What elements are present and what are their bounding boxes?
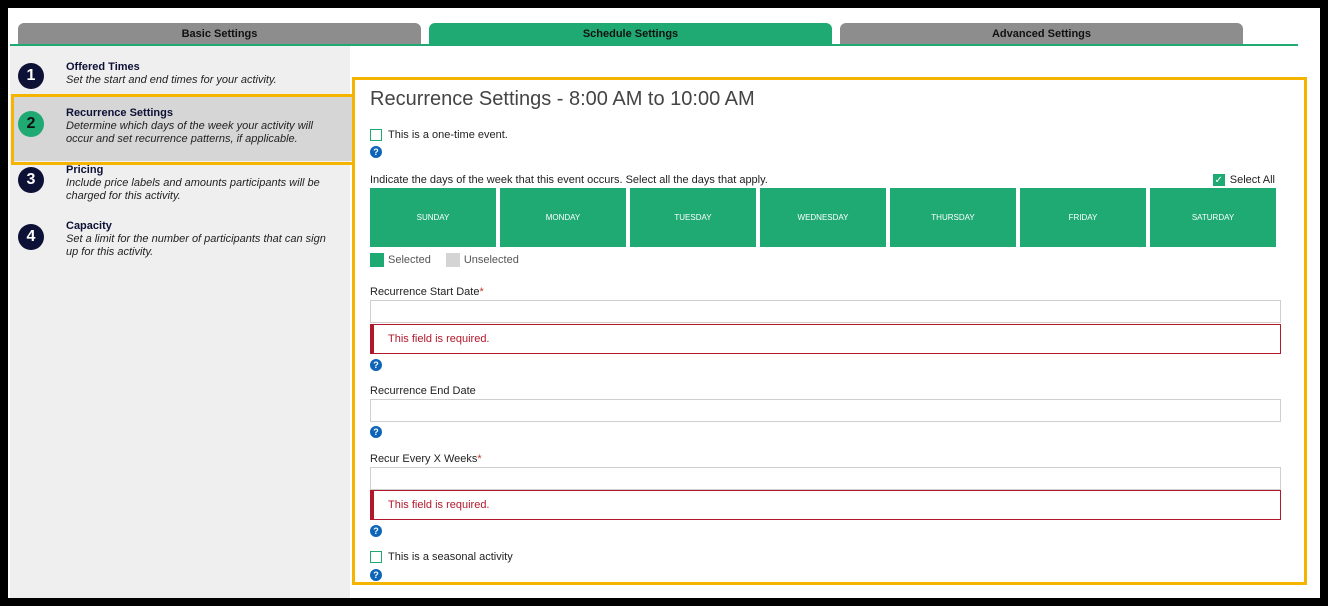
day-tuesday-button[interactable]: TUESDAY: [630, 188, 756, 247]
seasonal-activity-label: This is a seasonal activity: [388, 551, 513, 563]
step-title: Pricing: [66, 164, 104, 176]
seasonal-activity-checkbox[interactable]: [370, 551, 382, 563]
step-number-badge: 4: [18, 224, 44, 250]
select-all-label: Select All: [1229, 174, 1275, 186]
seasonal-activity-row: This is a seasonal activity: [370, 551, 513, 563]
step-title: Capacity: [66, 220, 112, 232]
end-date-input[interactable]: [370, 399, 1281, 422]
selected-swatch: [370, 253, 384, 267]
help-icon[interactable]: ?: [370, 426, 382, 438]
required-mark: *: [477, 453, 482, 465]
start-date-error: This field is required.: [370, 324, 1281, 354]
day-legend: Selected Unselected: [370, 253, 519, 267]
help-icon[interactable]: ?: [370, 525, 382, 537]
required-mark: *: [479, 286, 484, 298]
day-sunday-button[interactable]: SUNDAY: [370, 188, 496, 247]
select-all-control[interactable]: ✓ Select All: [1212, 174, 1275, 186]
page-title: Recurrence Settings - 8:00 AM to 10:00 A…: [370, 88, 755, 110]
day-monday-button[interactable]: MONDAY: [500, 188, 626, 247]
recur-weeks-input[interactable]: [370, 467, 1281, 490]
recur-weeks-label: Recur Every X Weeks*: [370, 453, 482, 465]
day-saturday-button[interactable]: SATURDAY: [1150, 188, 1276, 247]
recurrence-settings-panel: Recurrence Settings - 8:00 AM to 10:00 A…: [352, 77, 1307, 585]
one-time-event-checkbox[interactable]: [370, 129, 382, 141]
day-friday-button[interactable]: FRIDAY: [1020, 188, 1146, 247]
step-description: Set the start and end times for your act…: [66, 74, 277, 86]
day-thursday-button[interactable]: THURSDAY: [890, 188, 1016, 247]
legend-unselected-label: Unselected: [463, 254, 519, 266]
help-icon[interactable]: ?: [370, 359, 382, 371]
one-time-event-row: This is a one-time event.: [370, 129, 508, 141]
legend-selected-label: Selected: [388, 254, 431, 266]
checkmark-icon: ✓: [1212, 174, 1225, 186]
start-date-label: Recurrence Start Date*: [370, 286, 484, 298]
unselected-swatch: [445, 253, 460, 267]
day-wednesday-button[interactable]: WEDNESDAY: [760, 188, 886, 247]
tab-schedule-settings[interactable]: Schedule Settings: [429, 23, 832, 45]
step-number-badge: 1: [18, 63, 44, 89]
help-icon[interactable]: ?: [370, 146, 382, 158]
one-time-event-label: This is a one-time event.: [388, 129, 508, 141]
step-description: Set a limit for the number of participan…: [66, 233, 326, 258]
recur-weeks-error: This field is required.: [370, 490, 1281, 520]
step-number-badge: 3: [18, 167, 44, 193]
tab-advanced-settings[interactable]: Advanced Settings: [840, 23, 1243, 45]
day-selector: SUNDAY MONDAY TUESDAY WEDNESDAY THURSDAY…: [370, 188, 1278, 248]
active-step-highlight: [11, 94, 357, 165]
step-title: Offered Times: [66, 61, 140, 73]
recur-weeks-label-text: Recur Every X Weeks: [370, 453, 478, 465]
tab-basic-settings[interactable]: Basic Settings: [18, 23, 421, 45]
help-icon[interactable]: ?: [370, 569, 382, 581]
start-date-label-text: Recurrence Start Date: [370, 286, 480, 298]
step-description: Include price labels and amounts partici…: [66, 177, 320, 202]
days-instruction: Indicate the days of the week that this …: [370, 174, 768, 186]
end-date-label: Recurrence End Date: [370, 385, 476, 397]
start-date-input[interactable]: [370, 300, 1281, 323]
